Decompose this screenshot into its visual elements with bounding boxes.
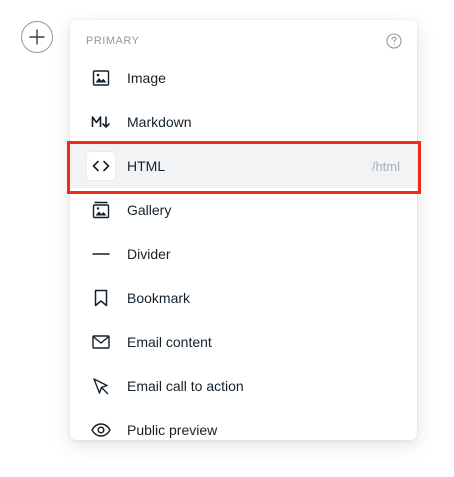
plus-icon — [29, 29, 45, 45]
question-circle-icon[interactable] — [386, 33, 402, 49]
menu-item-label: Email call to action — [127, 378, 244, 394]
menu-item-label: Markdown — [127, 114, 192, 130]
menu-item-label: HTML — [127, 158, 166, 174]
menu-item-label: Email content — [127, 334, 212, 350]
section-title: PRIMARY — [86, 35, 140, 47]
menu-item-email-content[interactable]: Email content — [70, 320, 417, 364]
menu-item-markdown[interactable]: Markdown — [70, 100, 417, 144]
menu-item-label: Image — [127, 70, 166, 86]
menu-item-image[interactable]: Image — [70, 56, 417, 100]
menu-item-shortcut: /html — [371, 158, 400, 174]
envelope-icon — [87, 328, 115, 356]
menu-item-label: Public preview — [127, 422, 218, 438]
add-card-button[interactable] — [21, 21, 53, 53]
eye-icon — [87, 416, 115, 440]
code-icon — [87, 152, 115, 180]
bookmark-icon — [87, 284, 115, 312]
menu-item-gallery[interactable]: Gallery — [70, 188, 417, 232]
menu-item-html[interactable]: HTML /html — [70, 144, 417, 188]
markdown-icon — [87, 108, 115, 136]
menu-item-bookmark[interactable]: Bookmark — [70, 276, 417, 320]
menu-item-divider[interactable]: Divider — [70, 232, 417, 276]
menu-item-label: Gallery — [127, 202, 172, 218]
divider-icon — [87, 240, 115, 268]
card-menu: PRIMARY Image Markdown HTML /html Galler… — [70, 20, 417, 440]
cursor-click-icon — [87, 372, 115, 400]
image-icon — [87, 64, 115, 92]
section-header: PRIMARY — [70, 20, 417, 60]
card-menu-items: Image Markdown HTML /html Gallery Divide… — [70, 56, 417, 440]
menu-item-label: Bookmark — [127, 290, 191, 306]
gallery-icon — [87, 196, 115, 224]
menu-item-email-cta[interactable]: Email call to action — [70, 364, 417, 408]
menu-item-label: Divider — [127, 246, 171, 262]
menu-item-public-preview[interactable]: Public preview — [70, 408, 417, 440]
